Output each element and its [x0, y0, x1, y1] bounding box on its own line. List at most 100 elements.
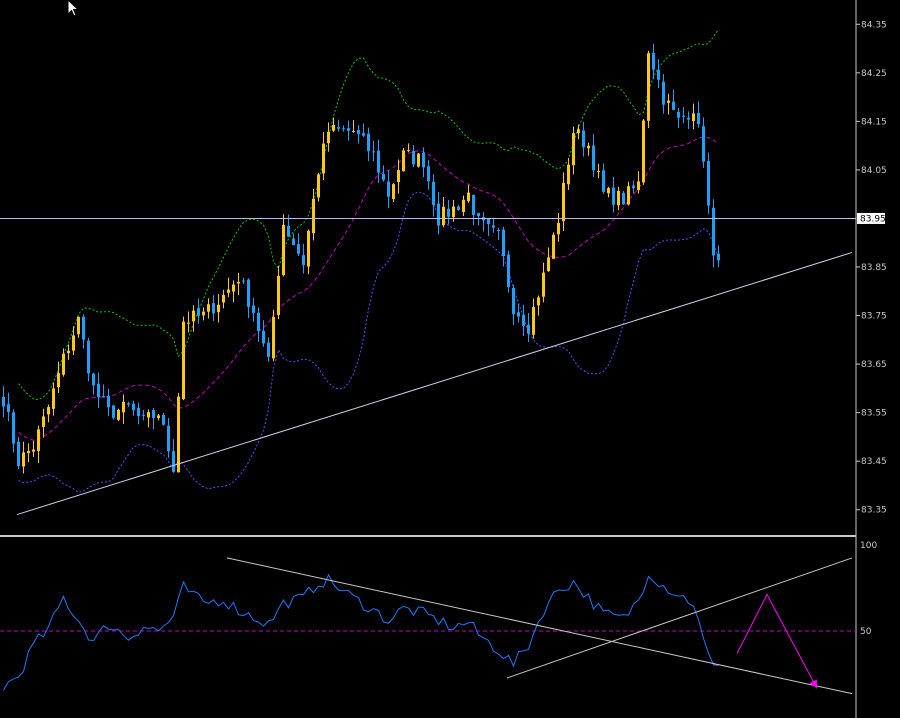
candle: [72, 326, 75, 356]
candle: [337, 119, 340, 132]
candle-body: [52, 388, 55, 409]
price-panel[interactable]: 84.35 84.25 84.15 84.05 83.85 83.75 83.65 83.55…: [0, 20, 887, 516]
candle-body: [82, 316, 85, 340]
candle: [357, 125, 360, 144]
candle-body: [7, 404, 10, 412]
candle: [637, 171, 640, 194]
candle-body: [542, 272, 545, 297]
candle-body: [317, 174, 320, 198]
candle-body: [437, 203, 440, 226]
candle: [92, 372, 95, 395]
candle-body: [122, 401, 125, 413]
candle: [202, 307, 205, 321]
candle-body: [307, 230, 310, 267]
candle: [57, 361, 60, 393]
candle-body: [37, 429, 40, 451]
candle-body: [112, 405, 115, 418]
candle-body: [372, 151, 375, 153]
candle-body: [172, 451, 175, 472]
candle: [52, 382, 55, 416]
candle: [717, 245, 720, 268]
candle: [127, 401, 130, 408]
candle-body: [507, 254, 510, 287]
candle: [582, 121, 585, 157]
candle-body: [567, 164, 570, 185]
candle-body: [337, 127, 340, 129]
candle-body: [497, 229, 500, 231]
oscillator-trendlines[interactable]: [226, 557, 853, 695]
candle-body: [472, 194, 475, 215]
candle-body: [247, 279, 250, 307]
candle: [262, 320, 265, 347]
candle-body: [97, 383, 100, 398]
candle: [302, 243, 305, 274]
support-trendline[interactable]: [16, 251, 853, 516]
candle: [297, 233, 300, 256]
oscillator-trendline[interactable]: [226, 557, 853, 695]
candle: [277, 265, 280, 320]
candle: [137, 402, 140, 425]
candle: [567, 157, 570, 190]
candle: [487, 218, 490, 237]
candle: [592, 134, 595, 178]
candle: [517, 304, 520, 323]
price-tick-label: 84.05: [861, 166, 887, 176]
candle-body: [592, 145, 595, 171]
candle: [402, 147, 405, 172]
candle-body: [87, 340, 90, 374]
oscillator-trendline[interactable]: [506, 557, 853, 679]
oscillator-tick-top: 100: [860, 541, 877, 551]
oscillator-line: [3, 573, 719, 691]
candle: [577, 124, 580, 140]
candle: [332, 117, 335, 132]
candle: [37, 425, 40, 463]
candle: [697, 101, 700, 128]
candle-body: [287, 225, 290, 237]
candle: [537, 295, 540, 316]
candle-body: [12, 412, 15, 444]
candle: [17, 437, 20, 469]
candle-body: [102, 396, 105, 398]
candle-body: [347, 128, 350, 131]
candle: [27, 443, 30, 463]
candle-body: [352, 130, 355, 133]
candle-body: [132, 403, 135, 411]
candle: [492, 217, 495, 233]
candle: [472, 194, 475, 226]
candle: [217, 294, 220, 323]
candle: [632, 180, 635, 194]
candle: [507, 250, 510, 293]
candle: [182, 316, 185, 401]
candle-body: [402, 150, 405, 172]
candle-body: [77, 316, 80, 335]
candle: [267, 337, 270, 362]
candle-body: [577, 129, 580, 134]
candle: [352, 119, 355, 133]
candle-body: [262, 330, 265, 344]
candle: [162, 412, 165, 426]
candle-body: [222, 295, 225, 303]
candle: [47, 404, 50, 423]
candle-body: [357, 130, 360, 134]
candle: [587, 142, 590, 156]
candle-body: [142, 414, 145, 416]
candle-body: [537, 297, 540, 306]
candle-body: [47, 407, 50, 415]
candle: [667, 93, 670, 115]
candle-body: [62, 353, 65, 375]
candle: [387, 170, 390, 209]
candle: [447, 200, 450, 225]
candle-body: [682, 115, 685, 117]
candle: [212, 295, 215, 322]
candle: [247, 278, 250, 319]
candle: [207, 298, 210, 319]
candle-body: [342, 128, 345, 130]
candle-body: [152, 409, 155, 419]
candle-body: [147, 412, 150, 418]
trading-chart[interactable]: 84.35 84.25 84.15 84.05 83.85 83.75 83.65 83.55…: [0, 0, 900, 718]
candle-body: [392, 184, 395, 199]
candle-body: [657, 69, 660, 80]
oscillator-panel[interactable]: 100 50: [0, 541, 877, 695]
candle: [2, 386, 5, 418]
candle-body: [322, 143, 325, 174]
